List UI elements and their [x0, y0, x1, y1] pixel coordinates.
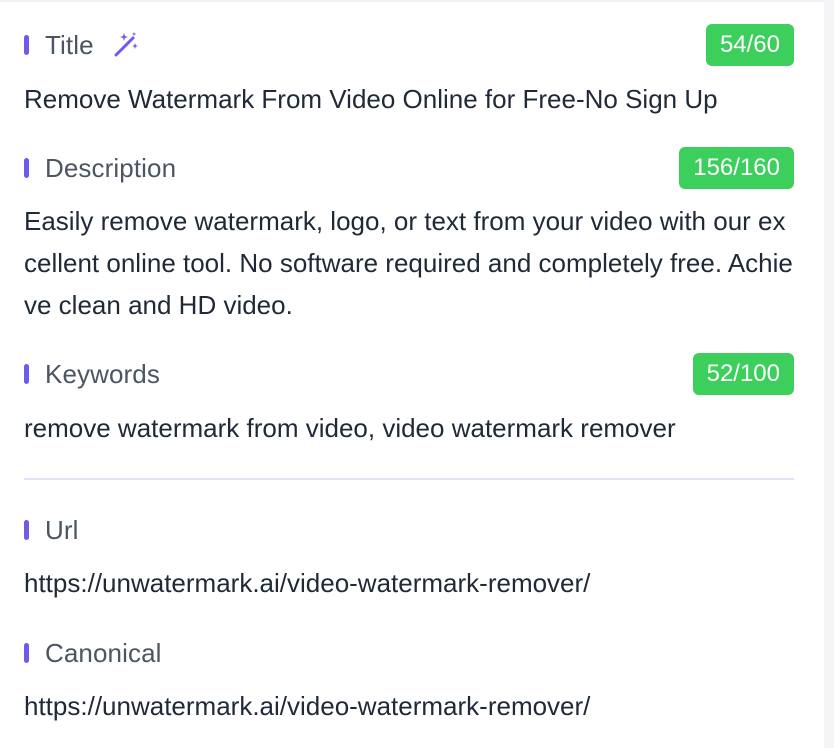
keywords-accent-bar: [24, 364, 29, 384]
title-heading: Title: [24, 30, 140, 61]
description-label: Description: [45, 152, 177, 183]
url-heading: Url: [24, 515, 79, 546]
section-divider: [24, 478, 794, 480]
canonical-accent-bar: [24, 643, 29, 663]
url-accent-bar: [24, 520, 29, 540]
url-value: https://unwatermark.ai/video-watermark-r…: [24, 568, 591, 598]
magic-wand-icon[interactable]: [112, 31, 140, 59]
top-border: [0, 0, 834, 2]
description-value: Easily remove watermark, logo, or text f…: [24, 206, 793, 320]
keywords-heading: Keywords: [24, 359, 160, 390]
description-section-header: Description 156/160: [24, 147, 794, 189]
title-value: Remove Watermark From Video Online for F…: [24, 84, 718, 114]
description-accent-bar: [24, 158, 29, 178]
title-accent-bar: [24, 35, 29, 55]
title-char-count-badge: 54/60: [705, 24, 794, 66]
canonical-section-header: Canonical: [24, 632, 794, 674]
canonical-label: Canonical: [45, 637, 162, 668]
keywords-section-header: Keywords 52/100: [24, 353, 794, 395]
description-heading: Description: [24, 153, 176, 184]
title-section-header: Title 54/60: [24, 24, 794, 66]
keywords-label: Keywords: [45, 358, 160, 389]
description-char-count-badge: 156/160: [679, 147, 794, 189]
scroll-gutter: [824, 0, 834, 748]
title-label: Title: [45, 29, 94, 60]
keywords-value: remove watermark from video, video water…: [24, 413, 676, 443]
url-section-header: Url: [24, 509, 794, 551]
canonical-heading: Canonical: [24, 638, 162, 669]
canonical-value: https://unwatermark.ai/video-watermark-r…: [24, 691, 591, 721]
url-label: Url: [45, 514, 79, 545]
keywords-char-count-badge: 52/100: [692, 353, 794, 395]
